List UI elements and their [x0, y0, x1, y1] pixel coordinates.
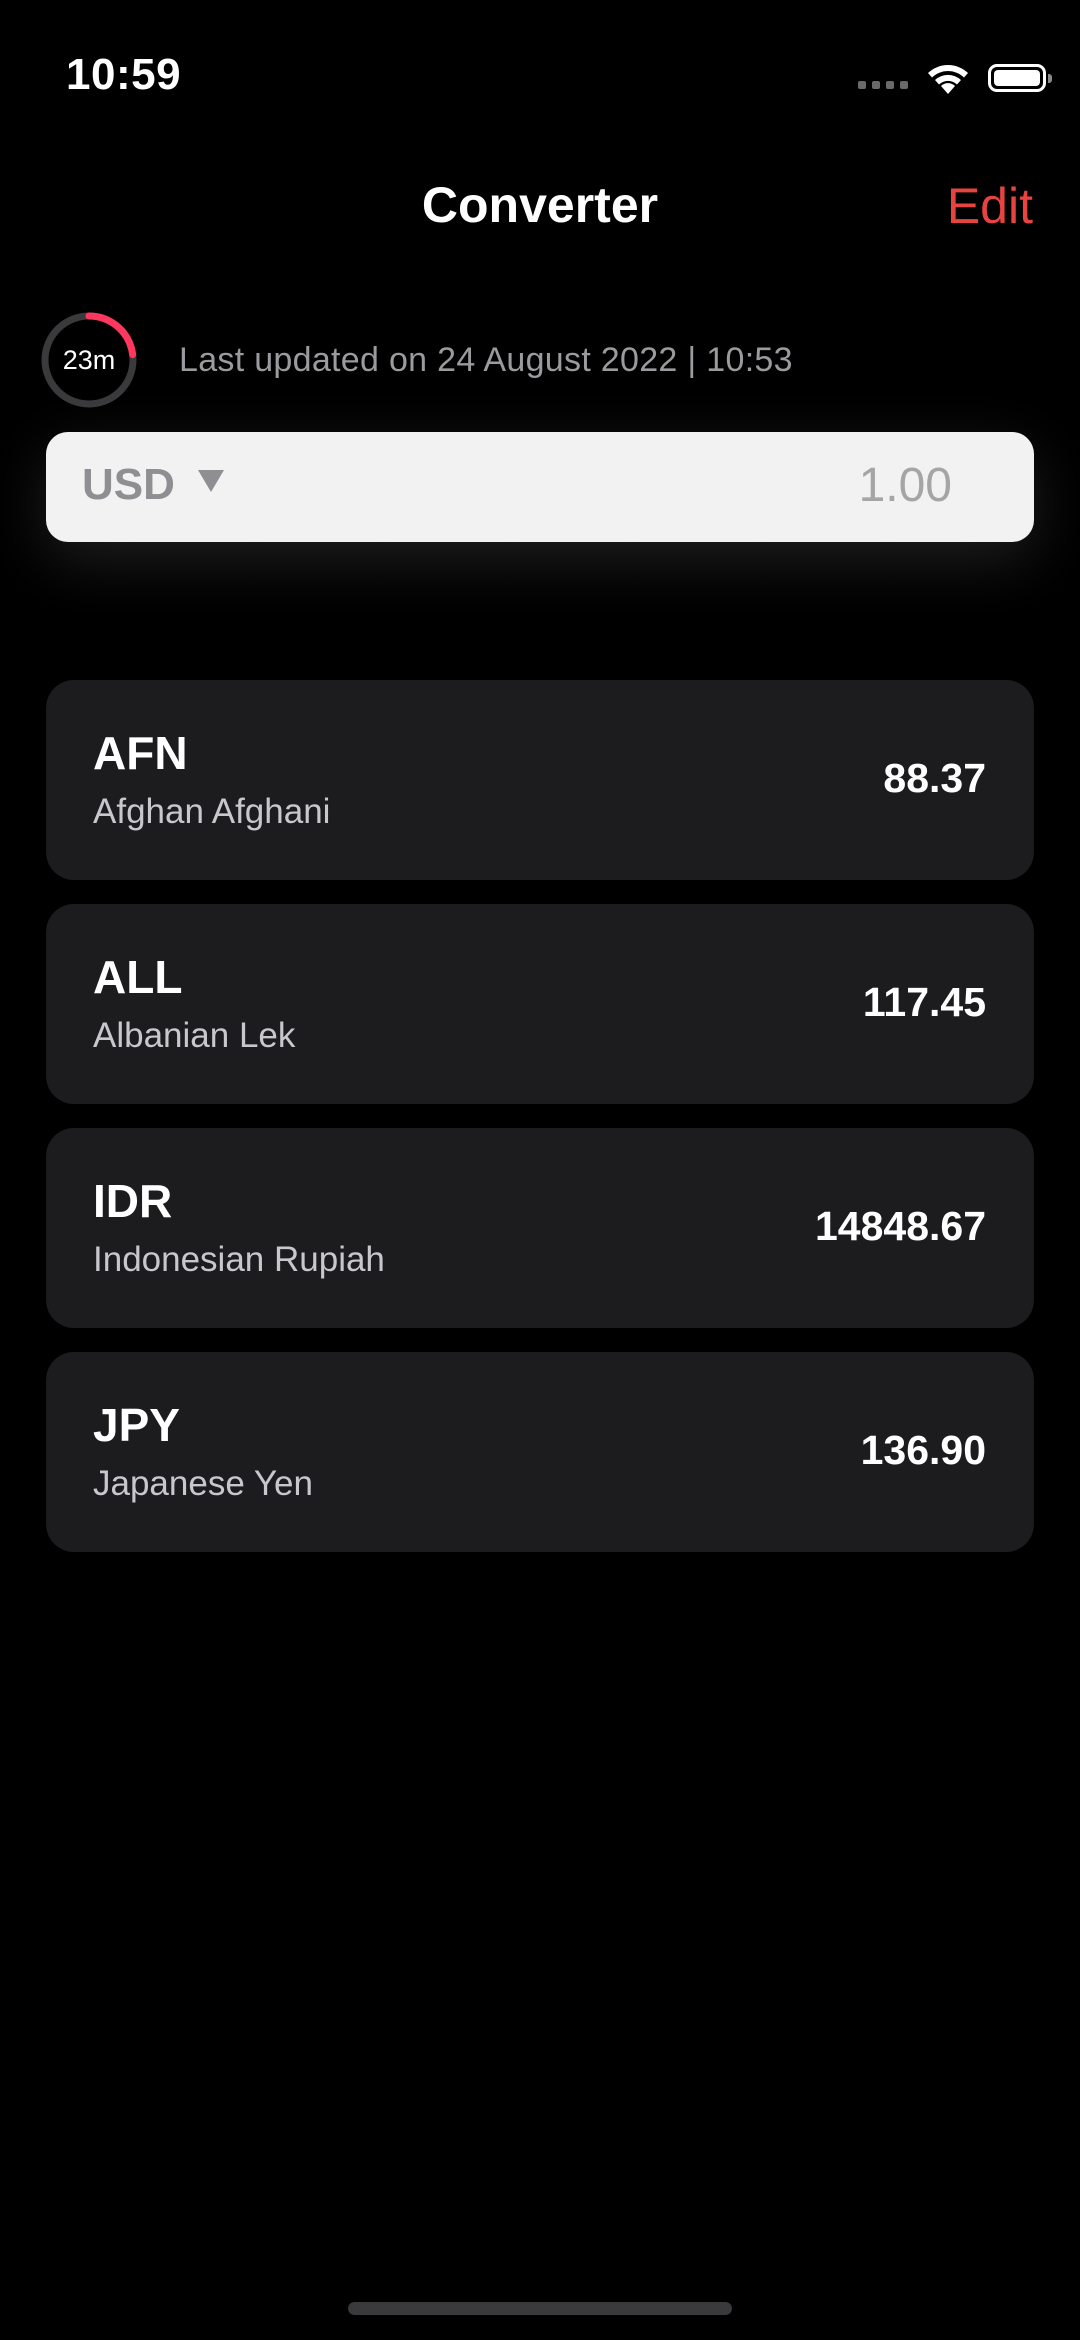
currency-code: ALL — [93, 951, 183, 1003]
cellular-signal-icon — [858, 81, 908, 89]
last-updated-text: Last updated on 24 August 2022 | 10:53 — [179, 341, 793, 379]
status-time: 10:59 — [66, 50, 182, 99]
currency-code: AFN — [93, 727, 188, 779]
status-icons — [858, 58, 1052, 98]
base-amount-field[interactable]: 1.00 — [859, 458, 952, 513]
currency-row[interactable]: ALL Albanian Lek 117.45 — [46, 904, 1034, 1104]
battery-icon — [988, 64, 1052, 92]
converted-value: 14848.67 — [814, 1203, 986, 1249]
timer-label: 23m — [62, 345, 116, 375]
converted-value: 117.45 — [862, 979, 986, 1025]
wifi-icon — [928, 65, 968, 94]
refresh-timer: 23m — [40, 311, 138, 409]
converted-value: 88.37 — [883, 755, 986, 801]
currency-row[interactable]: JPY Japanese Yen 136.90 — [46, 1352, 1034, 1552]
converted-value: 136.90 — [860, 1427, 986, 1473]
currency-code: IDR — [93, 1175, 173, 1227]
currency-name: Indonesian Rupiah — [93, 1240, 385, 1279]
page-title: Converter — [421, 177, 659, 233]
home-indicator[interactable] — [348, 2302, 732, 2315]
currency-row[interactable]: IDR Indonesian Rupiah 14848.67 — [46, 1128, 1034, 1328]
currency-name: Afghan Afghani — [93, 792, 331, 831]
edit-button[interactable]: Edit — [947, 177, 1033, 235]
currency-name: Japanese Yen — [93, 1464, 313, 1503]
currency-code: JPY — [93, 1399, 180, 1451]
status-bar: 10:59 — [0, 0, 1080, 140]
currency-row[interactable]: AFN Afghan Afghani 88.37 — [46, 680, 1034, 880]
currency-name: Albanian Lek — [93, 1016, 296, 1055]
base-currency-selector[interactable]: USD — [82, 460, 175, 510]
base-currency-input[interactable]: USD 1.00 — [46, 432, 1034, 542]
caret-down-icon[interactable] — [198, 470, 224, 492]
